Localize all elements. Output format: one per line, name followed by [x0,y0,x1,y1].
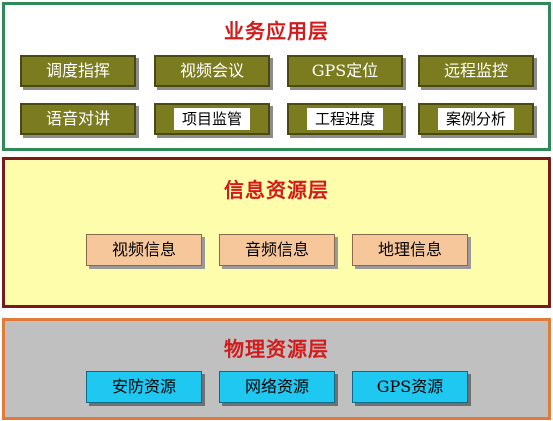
project-progress-box: 工程进度 [287,103,403,135]
video-info-box: 视频信息 [86,234,202,266]
physical-layer: 物理资源层 安防资源 网络资源 GPS资源 [2,318,551,420]
information-layer: 信息资源层 视频信息 音频信息 地理信息 [2,157,551,308]
gps-resources-box: GPS资源 [352,371,468,403]
application-layer-title: 业务应用层 [224,19,329,43]
case-analysis-box: 案例分析 [418,103,534,135]
information-layer-title: 信息资源层 [224,178,329,202]
dispatch-command-label: 调度指挥 [45,61,110,80]
case-analysis-label: 案例分析 [437,108,514,130]
dispatch-command-box: 调度指挥 [20,55,136,87]
project-progress-label: 工程进度 [306,108,383,130]
gps-positioning-label: GPS定位 [311,61,379,80]
remote-monitoring-label: 远程监控 [443,61,508,80]
physical-layer-title: 物理资源层 [224,337,329,361]
video-conference-label: 视频会议 [179,61,244,80]
project-supervision-box: 项目监管 [154,103,270,135]
project-supervision-label: 项目监管 [173,108,250,130]
application-layer: 业务应用层 调度指挥 视频会议 GPS定位 远程监控 语音对讲 项目监管 工程进… [2,2,551,151]
network-resources-box: 网络资源 [219,371,335,403]
voice-intercom-box: 语音对讲 [20,103,136,135]
gps-positioning-box: GPS定位 [287,55,403,87]
remote-monitoring-box: 远程监控 [418,55,534,87]
voice-intercom-label: 语音对讲 [45,109,110,128]
video-conference-box: 视频会议 [154,55,270,87]
geographic-info-box: 地理信息 [352,234,468,266]
security-resources-box: 安防资源 [86,371,202,403]
audio-info-box: 音频信息 [219,234,335,266]
